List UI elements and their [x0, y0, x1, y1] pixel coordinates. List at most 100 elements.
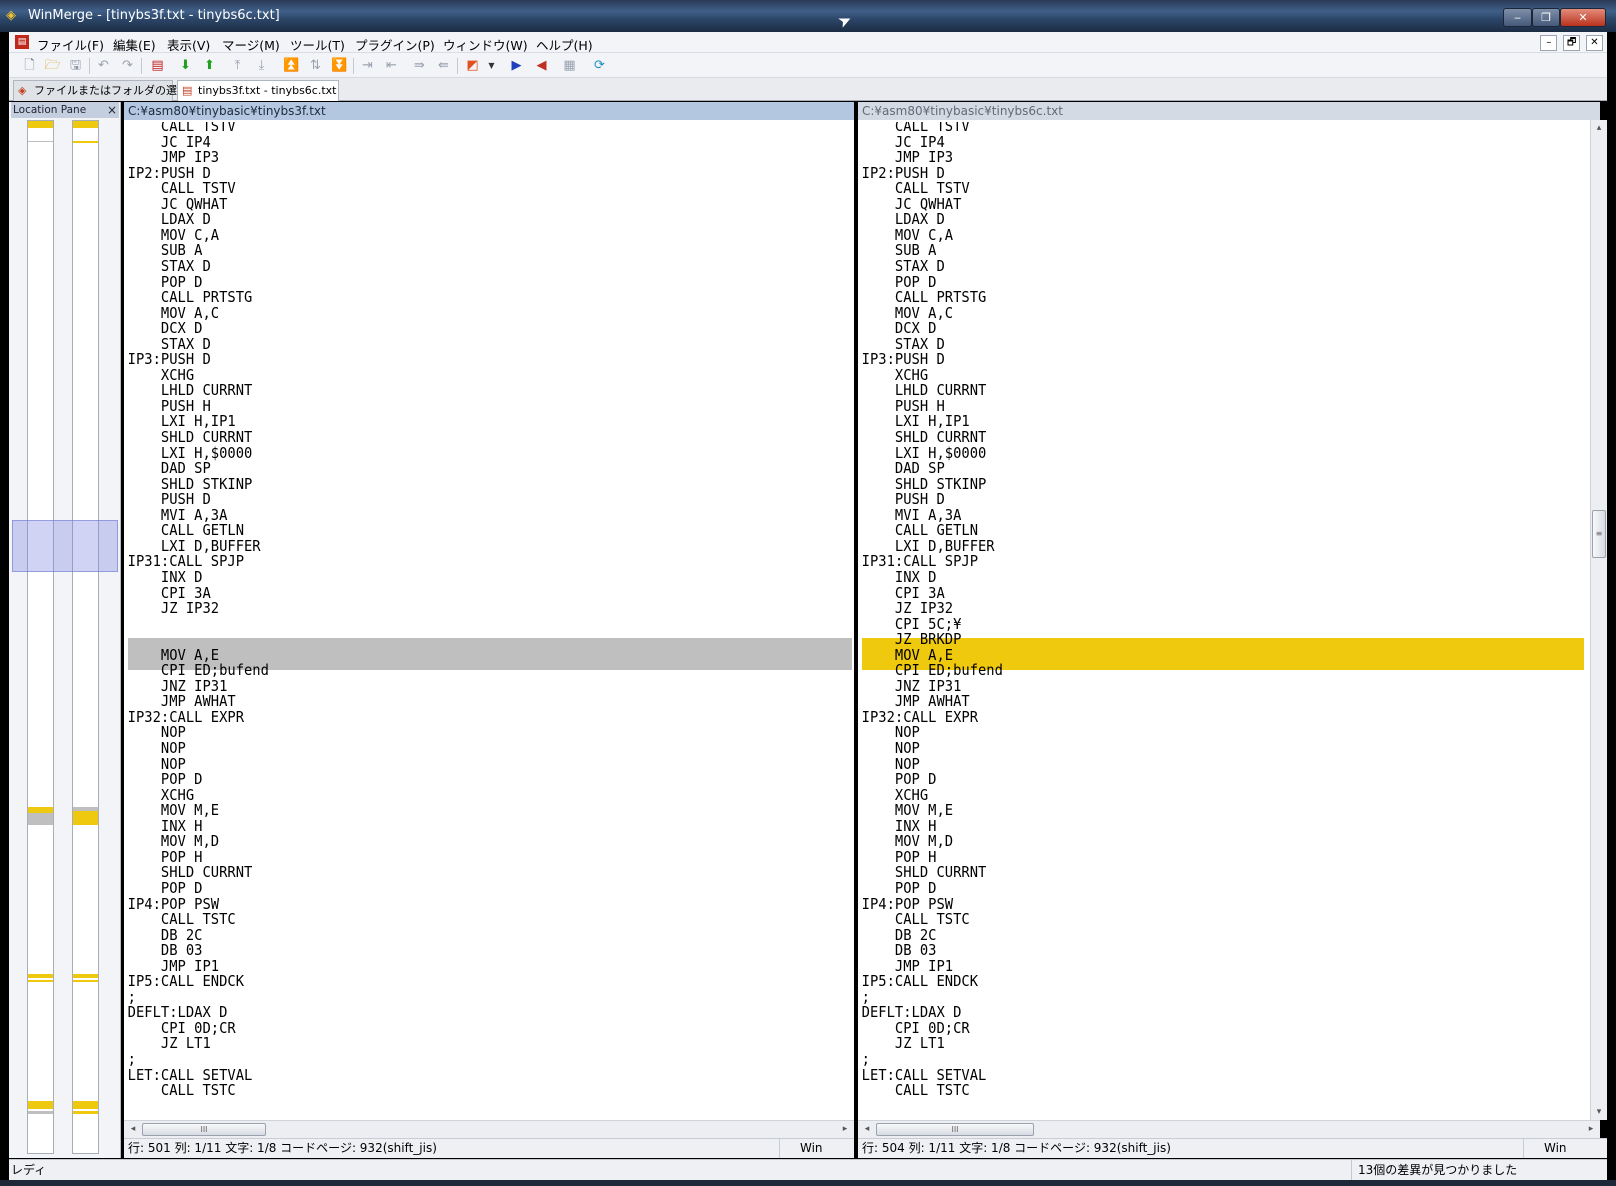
save-icon[interactable]: 🖫 — [67, 57, 84, 74]
code-line[interactable]: DB 03 — [858, 942, 1541, 958]
diff-code-line[interactable] — [124, 616, 796, 632]
grid-icon[interactable]: ▦ — [561, 57, 578, 74]
maximize-button[interactable]: ❐ — [1532, 8, 1560, 27]
options-icon[interactable]: ▤ — [149, 57, 166, 74]
code-line[interactable]: MOV A,C — [858, 305, 1541, 321]
code-line[interactable]: DB 2C — [858, 927, 1541, 943]
code-line[interactable]: SHLD CURRNT — [858, 864, 1541, 880]
new-icon[interactable]: 🗋 — [21, 57, 38, 74]
code-line[interactable]: IP3:PUSH D — [858, 351, 1541, 367]
code-line[interactable]: SUB A — [124, 242, 796, 258]
code-line[interactable]: JC IP4 — [124, 134, 796, 150]
code-line[interactable]: JC QWHAT — [124, 196, 796, 212]
right-file-pane[interactable]: C:¥asm80¥tinybasic¥tinybs6c.txt CALL TST… — [858, 102, 1600, 1138]
left-file-pane[interactable]: C:¥asm80¥tinybasic¥tinybs3f.txt CALL TST… — [124, 102, 854, 1138]
code-line[interactable]: XCHG — [858, 787, 1541, 803]
code-line[interactable]: SHLD STKINP — [124, 476, 796, 492]
scroll-down-arrow[interactable]: ▾ — [1591, 1104, 1607, 1120]
last-diff-icon[interactable]: ⤓ — [253, 57, 270, 74]
menu-window[interactable]: ウィンドウ(W) — [443, 35, 528, 54]
code-line[interactable]: NOP — [124, 724, 796, 740]
code-line[interactable]: CPI 0D;CR — [858, 1020, 1541, 1036]
code-line[interactable]: INX H — [124, 818, 796, 834]
refresh-icon[interactable]: ⟳ — [591, 57, 608, 74]
menu-merge[interactable]: マージ(M) — [222, 35, 280, 54]
open-right-icon[interactable]: ▶ — [508, 57, 525, 74]
code-line[interactable]: INX D — [124, 569, 796, 585]
code-line[interactable]: MOV C,A — [858, 227, 1541, 243]
open-left-icon[interactable]: ◩ — [464, 57, 481, 74]
code-line[interactable]: IP5:CALL ENDCK — [858, 973, 1541, 989]
code-line[interactable]: SUB A — [858, 242, 1541, 258]
code-line[interactable]: CALL TSTC — [124, 911, 796, 927]
winmerge-app-icon[interactable]: ◈ — [6, 9, 20, 23]
code-line[interactable]: CALL TSTV — [858, 122, 1541, 134]
scroll-left-arrow[interactable]: ◂ — [125, 1122, 141, 1137]
scroll-up-arrow[interactable]: ▴ — [1591, 120, 1607, 136]
code-line[interactable]: POP D — [858, 880, 1541, 896]
code-line[interactable]: DB 03 — [124, 942, 796, 958]
code-line[interactable]: STAX D — [858, 336, 1541, 352]
next-conflict-icon[interactable]: ⇅ — [307, 57, 324, 74]
location-pane-icon[interactable]: ◀ — [533, 57, 550, 74]
code-line[interactable]: NOP — [858, 756, 1541, 772]
code-line[interactable]: XCHG — [124, 787, 796, 803]
close-button[interactable]: ✕ — [1560, 8, 1606, 27]
first-diff-icon[interactable]: ⤒ — [229, 57, 246, 74]
mdi-minimize-button[interactable]: – — [1540, 35, 1558, 51]
code-line[interactable]: LHLD CURRNT — [858, 382, 1541, 398]
code-line[interactable]: INX H — [858, 818, 1541, 834]
minimize-button[interactable]: ‒ — [1503, 8, 1532, 27]
code-line[interactable]: IP32:CALL EXPR — [858, 709, 1541, 725]
scroll-thumb[interactable]: III — [142, 1123, 266, 1136]
prev-diff-icon[interactable]: ⬆ — [201, 57, 218, 74]
menu-file[interactable]: ファイル(F) — [37, 35, 104, 54]
code-line[interactable]: NOP — [858, 724, 1541, 740]
code-line[interactable]: CALL PRTSTG — [124, 289, 796, 305]
code-line[interactable]: IP32:CALL EXPR — [124, 709, 796, 725]
code-line[interactable]: POP D — [124, 771, 796, 787]
code-line[interactable]: IP31:CALL SPJP — [858, 553, 1541, 569]
code-line[interactable]: LDAX D — [858, 211, 1541, 227]
close-icon[interactable]: × — [107, 102, 117, 118]
code-line[interactable]: DCX D — [858, 320, 1541, 336]
code-line[interactable]: MOV M,E — [858, 802, 1541, 818]
menu-view[interactable]: 表示(V) — [167, 35, 210, 54]
menu-tools[interactable]: ツール(T) — [290, 35, 345, 54]
code-line[interactable]: POP D — [858, 771, 1541, 787]
code-line[interactable]: JC QWHAT — [858, 196, 1541, 212]
location-bar-left[interactable] — [27, 120, 54, 1154]
code-line[interactable]: MOV C,A — [124, 227, 796, 243]
code-line[interactable]: JC IP4 — [858, 134, 1541, 150]
code-line[interactable]: IP5:CALL ENDCK — [124, 973, 796, 989]
document-icon[interactable]: ▤ — [15, 35, 29, 49]
code-line[interactable]: POP D — [124, 880, 796, 896]
scroll-thumb[interactable]: III — [876, 1123, 1034, 1136]
code-line[interactable]: NOP — [124, 756, 796, 772]
code-line[interactable]: IP3:PUSH D — [124, 351, 796, 367]
undo-icon[interactable]: ↶ — [95, 57, 112, 74]
code-line[interactable]: STAX D — [124, 336, 796, 352]
code-line[interactable]: LHLD CURRNT — [124, 382, 796, 398]
code-line[interactable]: DB 2C — [124, 927, 796, 943]
scroll-right-arrow[interactable]: ▸ — [1583, 1122, 1599, 1137]
code-line[interactable]: SHLD STKINP — [858, 476, 1541, 492]
code-line[interactable]: STAX D — [124, 258, 796, 274]
current-diff-icon[interactable]: ⏫ — [283, 57, 300, 74]
code-line[interactable]: MOV M,E — [124, 802, 796, 818]
code-line[interactable]: JZ LT1 — [858, 1035, 1541, 1051]
mdi-close-button[interactable]: ✕ — [1586, 35, 1603, 51]
code-line[interactable]: CALL TSTC — [858, 1082, 1541, 1098]
menu-plugins[interactable]: プラグイン(P) — [355, 35, 435, 54]
code-line[interactable]: MOV A,C — [124, 305, 796, 321]
all-left-icon[interactable]: ⇛ — [411, 57, 428, 74]
code-line[interactable]: CPI 3A — [858, 585, 1541, 601]
title-bar[interactable]: ◈ WinMerge - [tinybs3f.txt - tinybs6c.tx… — [0, 0, 1616, 32]
location-viewport-indicator[interactable] — [12, 520, 118, 572]
code-line[interactable]: IP31:CALL SPJP — [124, 553, 796, 569]
code-line[interactable]: MOV M,D — [858, 833, 1541, 849]
right-code-view[interactable]: CALL TSTV JC IP4 JMP IP3 IP2:PUSH D CALL … — [858, 122, 1600, 1116]
copy-left-icon[interactable]: ⇥ — [359, 57, 376, 74]
left-code-view[interactable]: CALL TSTV JC IP4 JMP IP3 IP2:PUSH D CALL … — [124, 122, 854, 1116]
code-line[interactable]: LXI H,$0000 — [858, 445, 1541, 461]
